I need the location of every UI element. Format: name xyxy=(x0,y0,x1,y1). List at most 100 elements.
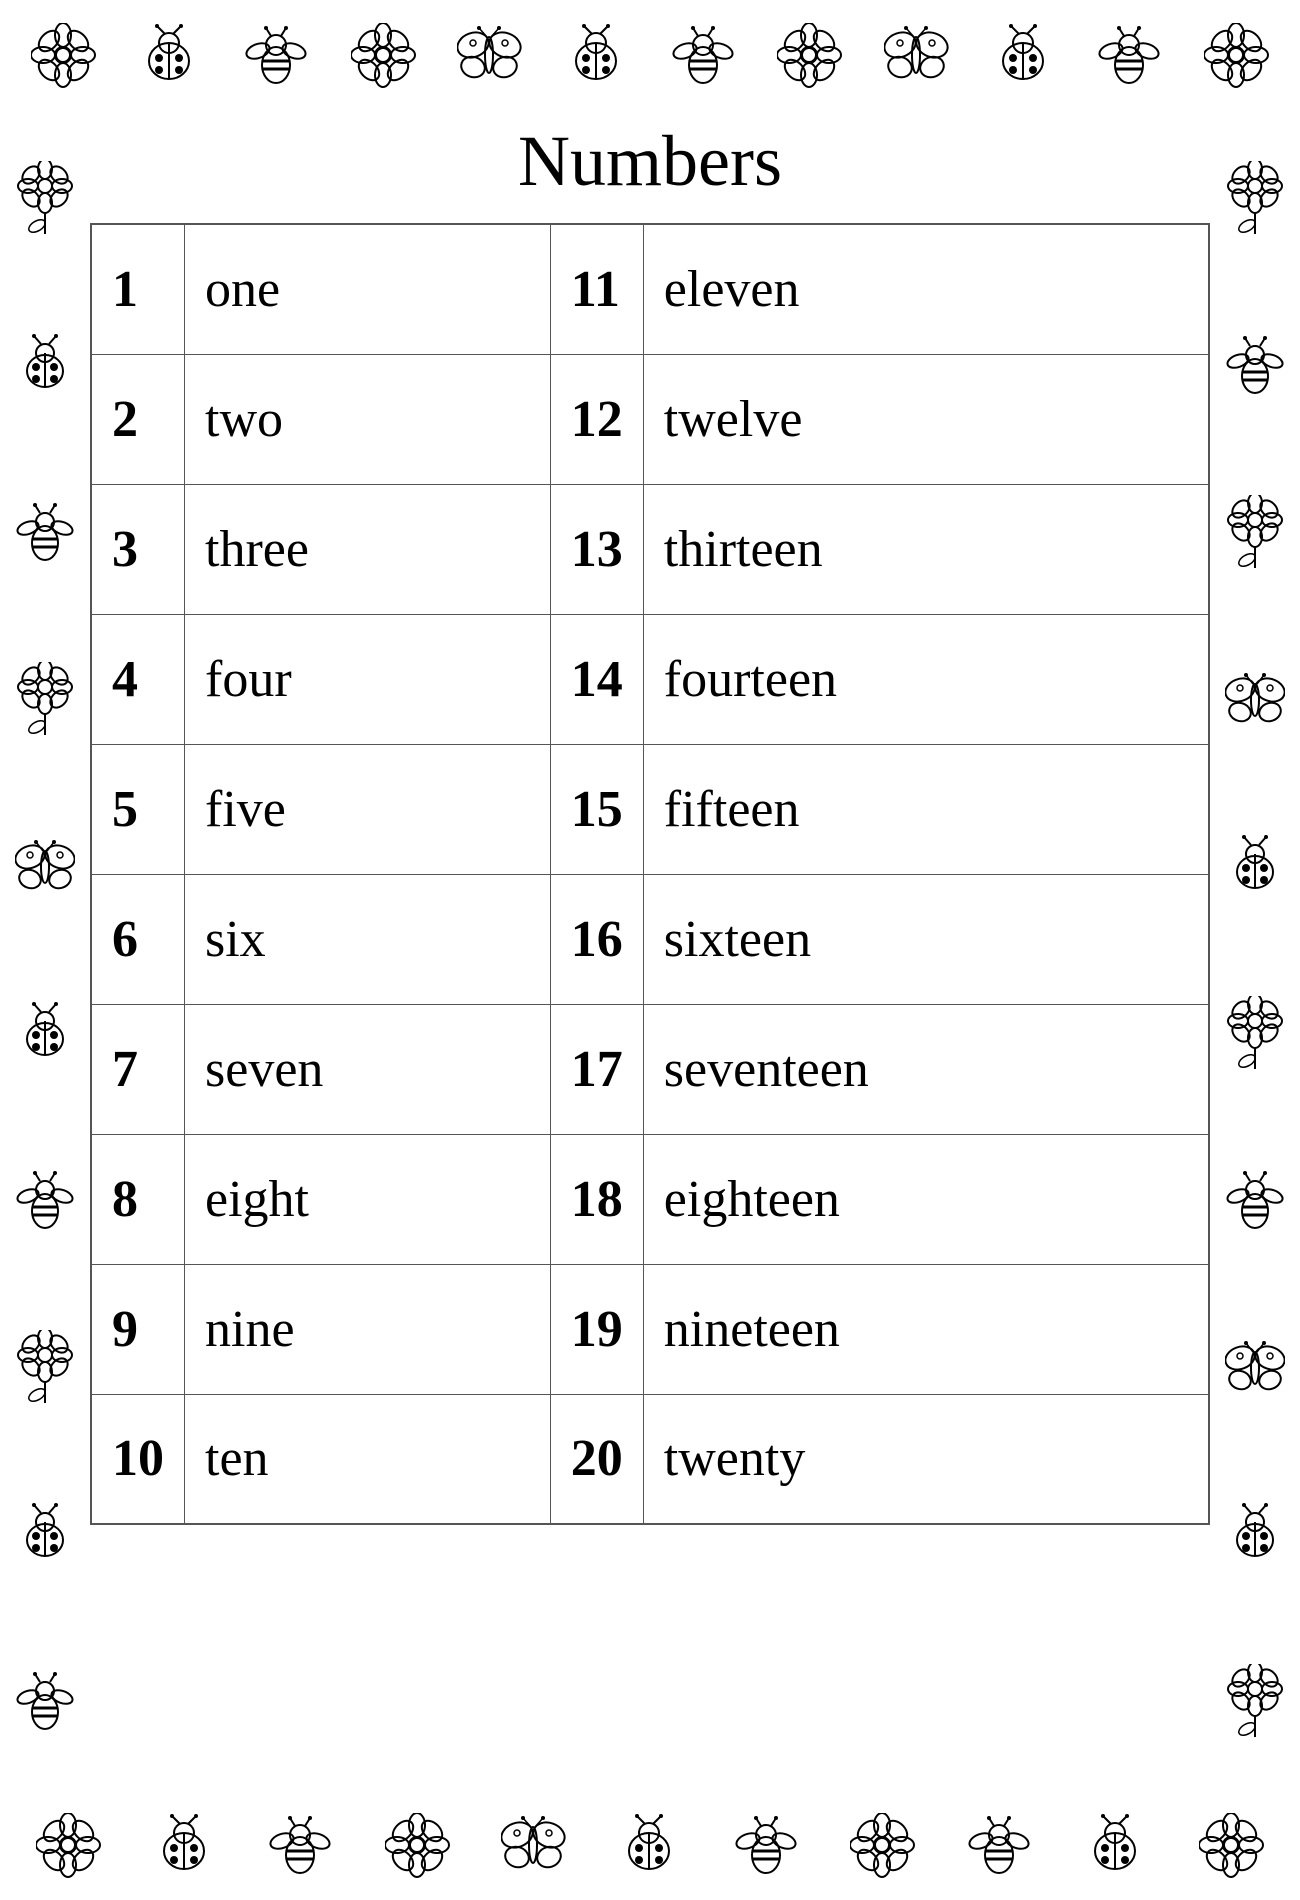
deco-ladybug-l1 xyxy=(5,326,85,406)
digit-left-3: 4 xyxy=(91,614,185,744)
deco-bee-t2 xyxy=(667,15,739,95)
border-top xyxy=(0,0,1300,110)
word-left-1: two xyxy=(185,354,551,484)
deco-ladybug-r2 xyxy=(1215,1495,1295,1575)
word-right-6: seventeen xyxy=(643,1004,1209,1134)
deco-bee-l1 xyxy=(5,493,85,573)
word-right-3: fourteen xyxy=(643,614,1209,744)
deco-ladybug-t3 xyxy=(987,15,1059,95)
table-row: 8 eight 18 eighteen xyxy=(91,1134,1209,1264)
numbers-table: 1 one 11 eleven 2 two 12 twelve 3 three … xyxy=(90,223,1210,1525)
digit-left-0: 1 xyxy=(91,224,185,354)
deco-ladybug-l3 xyxy=(5,1495,85,1575)
deco-ladybug-t1 xyxy=(134,15,206,95)
table-row: 3 three 13 thirteen xyxy=(91,484,1209,614)
deco-flower-l1 xyxy=(5,159,85,239)
word-left-7: eight xyxy=(185,1134,551,1264)
deco-ladybug-r1 xyxy=(1215,827,1295,907)
deco-flower-r2 xyxy=(1215,493,1295,573)
word-left-4: five xyxy=(185,744,551,874)
table-row: 2 two 12 twelve xyxy=(91,354,1209,484)
table-row: 10 ten 20 twenty xyxy=(91,1394,1209,1524)
deco-butterfly-t2 xyxy=(881,15,953,95)
word-left-9: ten xyxy=(185,1394,551,1524)
deco-flower-b4 xyxy=(1196,1805,1268,1885)
deco-butterfly-t1 xyxy=(454,15,526,95)
deco-bee-b3 xyxy=(963,1805,1035,1885)
deco-ladybug-l2 xyxy=(5,994,85,1074)
deco-bee-t1 xyxy=(241,15,313,95)
word-left-5: six xyxy=(185,874,551,1004)
digit-left-6: 7 xyxy=(91,1004,185,1134)
digit-left-2: 3 xyxy=(91,484,185,614)
word-left-8: nine xyxy=(185,1264,551,1394)
digit-right-8: 19 xyxy=(550,1264,643,1394)
border-left xyxy=(0,110,90,1790)
digit-right-3: 14 xyxy=(550,614,643,744)
deco-bee-r2 xyxy=(1215,1161,1295,1241)
border-bottom xyxy=(0,1790,1300,1900)
word-right-0: eleven xyxy=(643,224,1209,354)
deco-bee-b1 xyxy=(265,1805,337,1885)
table-row: 4 four 14 fourteen xyxy=(91,614,1209,744)
digit-left-4: 5 xyxy=(91,744,185,874)
deco-butterfly-r2 xyxy=(1215,1328,1295,1408)
deco-ladybug-t2 xyxy=(561,15,633,95)
page: Numbers 1 one 11 eleven 2 two 12 twelve … xyxy=(0,0,1300,1900)
digit-left-7: 8 xyxy=(91,1134,185,1264)
deco-flower-t4 xyxy=(1201,15,1273,95)
word-right-5: sixteen xyxy=(643,874,1209,1004)
word-right-4: fifteen xyxy=(643,744,1209,874)
word-right-7: eighteen xyxy=(643,1134,1209,1264)
deco-flower-r4 xyxy=(1215,1662,1295,1742)
deco-flower-l3 xyxy=(5,1328,85,1408)
digit-right-4: 15 xyxy=(550,744,643,874)
deco-bee-b2 xyxy=(730,1805,802,1885)
page-title: Numbers xyxy=(518,120,782,203)
digit-left-1: 2 xyxy=(91,354,185,484)
main-section: Numbers 1 one 11 eleven 2 two 12 twelve … xyxy=(0,110,1300,1790)
word-left-0: one xyxy=(185,224,551,354)
deco-ladybug-b2 xyxy=(614,1805,686,1885)
word-right-1: twelve xyxy=(643,354,1209,484)
deco-bee-t3 xyxy=(1094,15,1166,95)
deco-ladybug-b1 xyxy=(149,1805,221,1885)
digit-left-8: 9 xyxy=(91,1264,185,1394)
table-row: 7 seven 17 seventeen xyxy=(91,1004,1209,1134)
word-right-2: thirteen xyxy=(643,484,1209,614)
word-left-6: seven xyxy=(185,1004,551,1134)
digit-right-7: 18 xyxy=(550,1134,643,1264)
deco-bee-r1 xyxy=(1215,326,1295,406)
deco-butterfly-r1 xyxy=(1215,660,1295,740)
digit-right-0: 11 xyxy=(550,224,643,354)
deco-flower-b3 xyxy=(847,1805,919,1885)
table-row: 1 one 11 eleven xyxy=(91,224,1209,354)
table-row: 5 five 15 fifteen xyxy=(91,744,1209,874)
digit-right-6: 17 xyxy=(550,1004,643,1134)
deco-flower-l2 xyxy=(5,660,85,740)
table-row: 6 six 16 sixteen xyxy=(91,874,1209,1004)
deco-flower-t1 xyxy=(27,15,99,95)
table-row: 9 nine 19 nineteen xyxy=(91,1264,1209,1394)
digit-left-9: 10 xyxy=(91,1394,185,1524)
deco-flower-b1 xyxy=(32,1805,104,1885)
digit-right-5: 16 xyxy=(550,874,643,1004)
word-right-8: nineteen xyxy=(643,1264,1209,1394)
digit-left-5: 6 xyxy=(91,874,185,1004)
deco-butterfly-b1 xyxy=(498,1805,570,1885)
digit-right-9: 20 xyxy=(550,1394,643,1524)
deco-flower-t3 xyxy=(774,15,846,95)
deco-flower-t2 xyxy=(347,15,419,95)
deco-butterfly-l1 xyxy=(5,827,85,907)
deco-flower-b2 xyxy=(381,1805,453,1885)
word-left-2: three xyxy=(185,484,551,614)
deco-bee-l2 xyxy=(5,1161,85,1241)
digit-right-2: 13 xyxy=(550,484,643,614)
center-content: Numbers 1 one 11 eleven 2 two 12 twelve … xyxy=(90,110,1210,1790)
word-right-9: twenty xyxy=(643,1394,1209,1524)
digit-right-1: 12 xyxy=(550,354,643,484)
border-right xyxy=(1210,110,1300,1790)
deco-flower-r1 xyxy=(1215,159,1295,239)
deco-ladybug-b3 xyxy=(1079,1805,1151,1885)
deco-bee-l3 xyxy=(5,1662,85,1742)
